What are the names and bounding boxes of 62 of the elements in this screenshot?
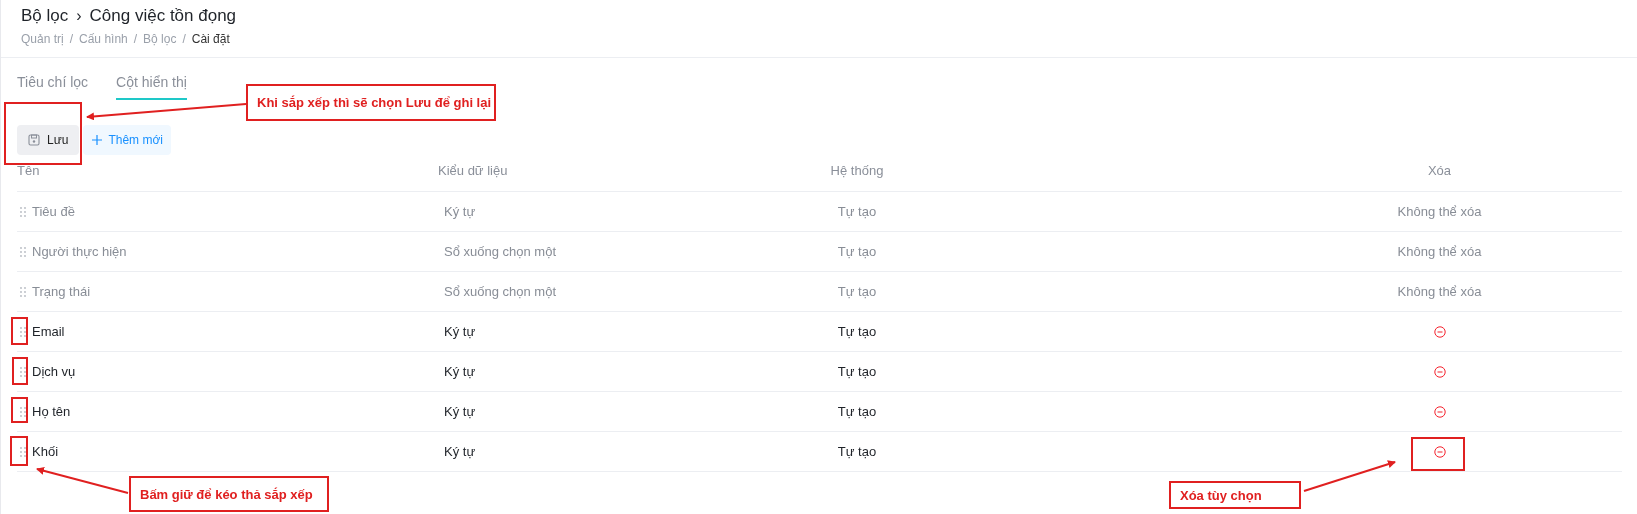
column-header: Kiểu dữ liệu xyxy=(438,163,508,178)
table-cell: Người thực hiện xyxy=(32,244,127,259)
table-cell: Tự tạo xyxy=(837,204,877,219)
drag-handle-icon[interactable] xyxy=(20,326,26,337)
callout-box: Bấm giữ để kéo thả sắp xếp xyxy=(129,476,329,512)
table-cell: Tự tạo xyxy=(837,284,877,299)
highlight-frame xyxy=(12,357,28,385)
remove-icon[interactable] xyxy=(1433,445,1446,458)
callout-box: Khi sắp xếp thì sẽ chọn Lưu để ghi lại xyxy=(246,84,496,121)
highlight-frame xyxy=(11,397,28,423)
page-title: Bộ lọc xyxy=(21,6,69,26)
drag-handle-icon[interactable] xyxy=(20,286,26,297)
add-button[interactable]: Thêm mới xyxy=(83,125,171,155)
breadcrumb-link[interactable]: Quản trị xyxy=(21,32,64,46)
column-header: Hệ thống xyxy=(830,163,884,178)
column-header: Tên xyxy=(17,163,40,178)
drag-handle-icon[interactable] xyxy=(20,446,26,457)
table-cell: Tự tạo xyxy=(837,324,877,339)
plus-icon xyxy=(91,134,104,146)
table-cell: Ký tự xyxy=(444,444,476,459)
table-cell: Ký tự xyxy=(444,404,476,419)
save-icon xyxy=(28,134,40,146)
tab[interactable]: Cột hiển thị xyxy=(116,71,187,100)
drag-handle-icon[interactable] xyxy=(20,366,26,377)
table-cell: Tự tạo xyxy=(837,404,877,419)
highlight-frame xyxy=(10,436,28,466)
table-cell: Dịch vụ xyxy=(32,364,76,379)
table-cell: Tự tạo xyxy=(837,244,877,259)
table-cell: Email xyxy=(32,324,65,339)
drag-handle-icon[interactable] xyxy=(20,206,26,217)
breadcrumb-link[interactable]: Cấu hình xyxy=(79,32,128,46)
table-cell: Trạng thái xyxy=(32,284,91,299)
table-cell: Không thể xóa xyxy=(1397,244,1482,259)
drag-handle-icon[interactable] xyxy=(20,246,26,257)
remove-icon[interactable] xyxy=(1433,405,1446,418)
table-cell: Tiêu đề xyxy=(32,204,75,219)
table-cell: Tự tạo xyxy=(837,444,877,459)
highlight-frame xyxy=(1411,437,1465,471)
chevron-icon: › xyxy=(76,7,82,25)
breadcrumb-link[interactable]: Bộ lọc xyxy=(143,32,177,46)
page-title: Công việc tồn đọng xyxy=(89,6,237,26)
table-cell: Khối xyxy=(32,444,59,459)
callout-box: Xóa tùy chọn xyxy=(1169,481,1301,509)
column-header: Xóa xyxy=(1427,163,1452,178)
table-cell: Không thể xóa xyxy=(1397,204,1482,219)
breadcrumb-separator: / xyxy=(133,32,138,46)
drag-handle-icon[interactable] xyxy=(20,406,26,417)
table-cell: Ký tự xyxy=(444,364,476,379)
table-cell: Sổ xuống chọn một xyxy=(444,284,557,299)
breadcrumb-separator: / xyxy=(182,32,186,46)
highlight-frame xyxy=(11,317,28,345)
tab[interactable]: Tiêu chí lọc xyxy=(17,71,89,100)
table-cell: Ký tự xyxy=(444,204,476,219)
table-cell: Sổ xuống chọn một xyxy=(444,244,557,259)
remove-icon[interactable] xyxy=(1433,365,1446,378)
remove-icon[interactable] xyxy=(1433,325,1446,338)
table-cell: Không thể xóa xyxy=(1397,284,1482,299)
save-button[interactable]: Lưu xyxy=(17,125,80,155)
table-cell: Tự tạo xyxy=(837,364,877,379)
breadcrumb-separator: / xyxy=(69,32,74,46)
table-cell: Ký tự xyxy=(444,324,476,339)
table-cell: Họ tên xyxy=(32,404,71,419)
